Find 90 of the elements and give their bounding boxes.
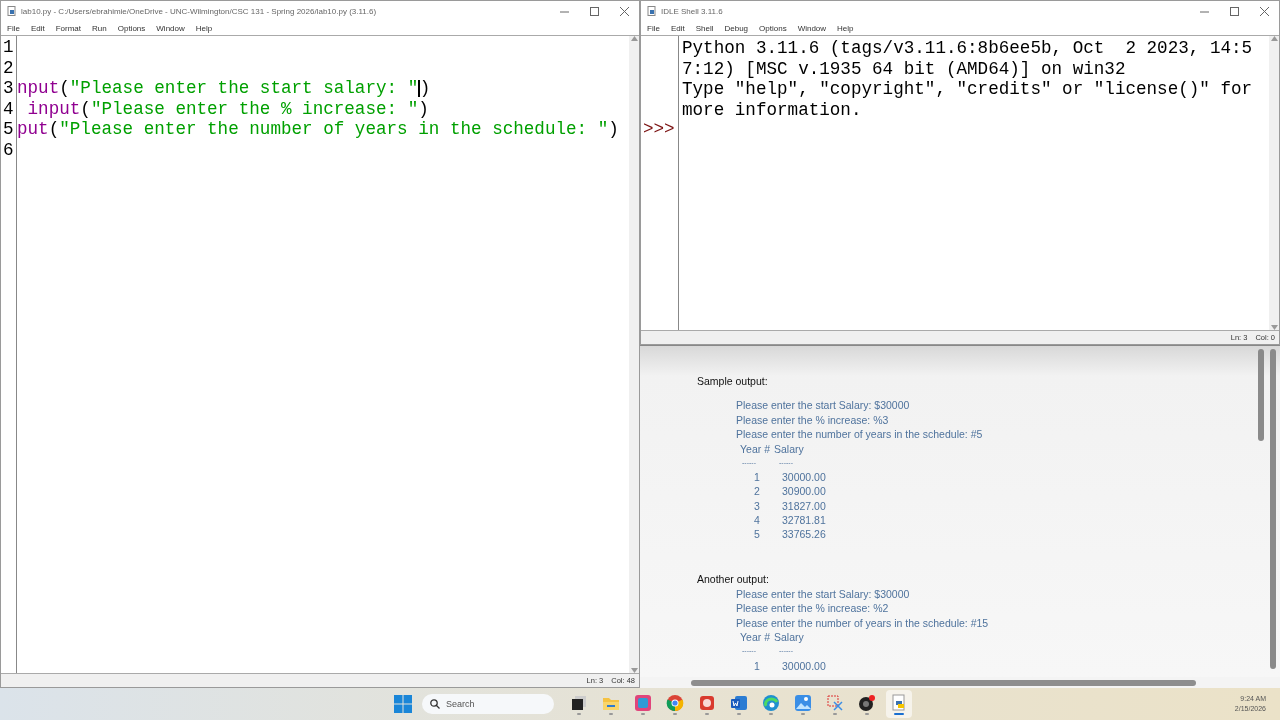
word-processor-icon: [730, 693, 748, 712]
menu-item[interactable]: File: [647, 23, 660, 33]
maximize-icon: [589, 6, 599, 16]
menu-item[interactable]: Edit: [30, 23, 45, 33]
python-file-icon: [890, 693, 908, 712]
section-heading: Sample output:: [697, 374, 769, 388]
menu-item[interactable]: Shell: [695, 23, 714, 33]
sample-line: Please enter the number of years in the schedule: #15: [736, 615, 990, 631]
table-cell-text: 3: [753, 498, 761, 513]
window-stack-icon: [570, 693, 588, 712]
column-header: Salary: [774, 630, 805, 645]
python-file-icon: [7, 6, 16, 16]
shell-prompt: >>>: [642, 119, 676, 140]
line-number: 4: [2, 98, 15, 120]
image-icon: [794, 693, 812, 712]
line-number: 3: [2, 78, 15, 99]
close-icon: [619, 6, 629, 16]
menu-item[interactable]: Options: [117, 23, 146, 33]
line-number: 5: [2, 119, 15, 140]
windows-logo-icon[interactable]: [394, 695, 412, 713]
code-editor[interactable]: 1 2 3 4 5 6 nput("Please enter the start salary: ") input("Please enter the % increase: ") put("Please enter the number of years in the schedule: "): [1, 35, 639, 674]
code-text: (: [59, 78, 70, 99]
menu-item[interactable]: Options: [759, 23, 787, 33]
sample-line: Please enter the start Salary: $30000: [736, 586, 911, 602]
table-cell-text: 2: [753, 484, 761, 499]
search-icon: [430, 699, 440, 709]
table-cell-text: 30000.00: [781, 658, 827, 673]
browser-icon: [762, 693, 780, 712]
table-cell-text: 33765.26: [781, 527, 827, 542]
sample-line: Please enter the % increase: %3: [736, 412, 890, 427]
text-cursor: [418, 80, 420, 97]
code-text: nput: [17, 78, 60, 99]
menu-item[interactable]: Format: [55, 23, 82, 33]
line-number: 1: [2, 37, 15, 58]
menu-item[interactable]: Window: [156, 23, 185, 33]
code-text: input: [26, 98, 81, 120]
document-app-icon: [698, 693, 716, 712]
string-literal: "Please enter the number of years in the schedule: ": [59, 119, 609, 140]
browser-icon: [666, 693, 684, 712]
code-text: (: [48, 119, 60, 140]
app-tile-icon: [634, 693, 652, 712]
scissors-icon: [826, 693, 844, 712]
scrollbar-thumb[interactable]: [1258, 349, 1264, 441]
menu-item[interactable]: File: [7, 23, 20, 33]
console-output: 7:12) [MSC v.1935 64 bit (AMD64)] on win32: [682, 58, 1127, 80]
code-text: ): [608, 119, 619, 140]
sample-line: Please enter the number of years in the schedule: #5: [736, 427, 984, 442]
sample-line: Please enter the % increase: %2: [736, 601, 890, 616]
scrollbar-thumb[interactable]: [691, 679, 1196, 686]
close-icon: [1259, 6, 1269, 16]
table-cell-text: 32781.81: [781, 513, 827, 528]
code-text: ): [418, 98, 429, 120]
line-number: 2: [2, 57, 15, 79]
scrollbar-thumb[interactable]: [1270, 349, 1276, 669]
menu-item[interactable]: Run: [92, 23, 107, 33]
table-cell-text: 31827.00: [781, 498, 827, 513]
table-cell-text: 30900.00: [781, 484, 827, 499]
shell-console[interactable]: >>> Python 3.11.6 (tags/v3.11.6:8b6ee5b, Oct 2 2023, 14:5 7:12) [MSC v.1935 64 bit (AMD64)] on win32 Type "help", "copyright", "credits" or "license()" for more information.: [641, 35, 1279, 331]
menu-item[interactable]: Window: [797, 23, 827, 33]
table-cell-text: 5: [753, 527, 761, 542]
table-cell-text: 30000.00: [781, 470, 827, 485]
console-output: Python 3.11.6 (tags/v3.11.6:8b6ee5b, Oct 2 2023, 14:5: [682, 38, 1254, 59]
column-header: Salary: [774, 441, 805, 456]
table-cell-text: 1: [753, 470, 761, 485]
maximize-icon: [1229, 6, 1239, 16]
window-title: lab10.py - C:/Users/ebrahimie/OneDrive - UNC-Wilmington/CSC 131 - Spring 2026/lab10.py (3.11.6): [21, 6, 378, 16]
string-literal: "Please enter the % increase: ": [90, 98, 419, 120]
sample-line: Please enter the start Salary: $30000: [736, 398, 911, 413]
record-icon: [858, 693, 876, 712]
line-number: 6: [2, 139, 15, 161]
menu-item[interactable]: Help: [195, 23, 213, 33]
menu-item[interactable]: Edit: [670, 23, 685, 33]
string-literal: "Please enter the start salary: ": [69, 78, 419, 99]
section-heading: Another output:: [697, 571, 770, 586]
code-text: put: [17, 119, 49, 140]
console-output: more information.: [682, 99, 863, 121]
menu-item[interactable]: Debug: [724, 23, 749, 33]
menu-item[interactable]: Help: [837, 23, 854, 33]
python-file-icon: [647, 6, 656, 16]
scroll-down-icon[interactable]: [630, 668, 638, 673]
column-header: Year #: [740, 441, 771, 456]
window-title: IDLE Shell 3.11.6: [661, 6, 724, 16]
console-output: Type "help", "copyright", "credits" or "license()" for: [682, 79, 1254, 100]
code-text: ): [419, 78, 431, 99]
search-field[interactable]: Search: [422, 694, 554, 714]
table-cell-text: 4: [753, 513, 761, 528]
column-header: Year #: [740, 630, 771, 645]
table-cell-text: 1: [753, 658, 761, 673]
code-text: (: [80, 98, 91, 120]
scroll-down-icon[interactable]: [1270, 325, 1278, 330]
